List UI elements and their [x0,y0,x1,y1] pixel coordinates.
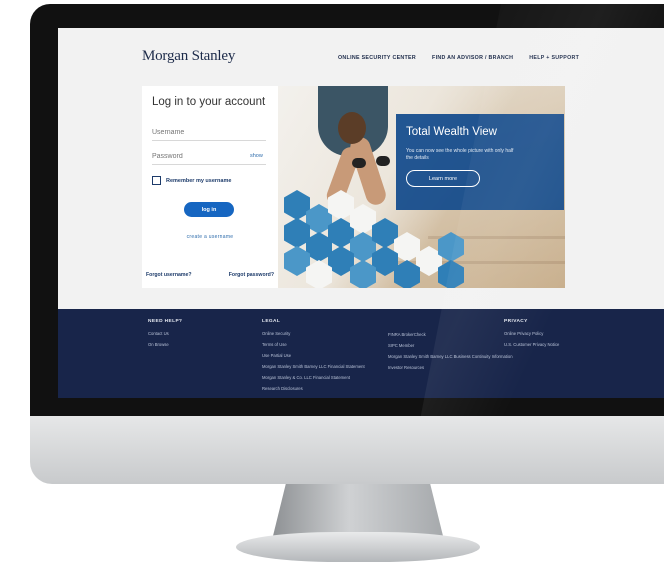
show-password-link[interactable]: show [250,153,263,159]
nav-online-security-center[interactable]: ONLINE SECURITY CENTER [338,55,416,61]
footer-link[interactable]: Investor Resources [388,365,513,370]
forgot-password-link[interactable]: Forgot password? [229,272,274,278]
nav-find-an-advisor[interactable]: FIND AN ADVISOR / BRANCH [432,55,513,61]
remember-checkbox[interactable] [152,176,161,185]
promo-title: Total Wealth View [406,126,497,138]
forgot-username-link[interactable]: Forgot username? [146,272,192,278]
login-button[interactable]: log in [184,202,234,217]
footer-col-legal: LEGAL Online Security Terms of Use Use P… [262,319,365,397]
site-footer: NEED HELP? Contact Us On Browse LEGAL On… [58,309,664,398]
remember-username[interactable]: Remember my username [152,176,231,185]
footer-link[interactable]: Online Security [262,331,365,336]
shoe [352,158,366,168]
monitor-stand-base [236,532,480,562]
top-nav: ONLINE SECURITY CENTER FIND AN ADVISOR /… [338,55,579,61]
footer-col-legal-secondary: FINRA BrokerCheck SIPC Member Morgan Sta… [388,332,513,376]
promo-text: You can now see the whole picture with o… [406,148,514,161]
footer-link[interactable]: Morgan Stanley Smith Barney LLC Financia… [262,364,365,369]
remember-label: Remember my username [166,177,232,184]
person-head [338,112,366,144]
footer-link[interactable]: U.S. Customer Privacy Notice [504,342,559,347]
footer-link[interactable]: Online Privacy Policy [504,331,559,336]
footer-heading: PRIVACY [504,319,528,324]
login-title: Log in to your account [152,96,266,108]
nav-help-support[interactable]: HELP + SUPPORT [529,55,579,61]
password-input[interactable] [152,148,266,165]
footer-link[interactable]: Contact Us [148,331,182,336]
shoe [376,156,390,166]
footer-link[interactable]: FINRA BrokerCheck [388,332,513,337]
footer-link[interactable]: SIPC Member [388,343,513,348]
footer-link[interactable]: Use Partial Use [262,353,365,358]
hero-image: Total Wealth View You can now see the wh… [278,86,565,288]
site-header: Morgan Stanley ONLINE SECURITY CENTER FI… [58,28,664,84]
footer-link[interactable]: Morgan Stanley Smith Barney LLC Business… [388,354,513,359]
footer-col-privacy: PRIVACY Online Privacy Policy U.S. Custo… [504,319,559,353]
monitor-chin [30,416,664,484]
footer-heading: NEED HELP? [148,319,183,324]
login-card: Log in to your account show Remember my … [142,86,278,288]
footer-link[interactable]: Terms of Use [262,342,365,347]
forgot-links: Forgot username? Forgot password? [142,272,278,278]
footer-link[interactable]: On Browse [148,342,182,347]
screen: Morgan Stanley ONLINE SECURITY CENTER FI… [58,28,664,398]
learn-more-button[interactable]: Learn more [406,170,480,187]
username-input[interactable] [152,124,266,141]
brand-logo[interactable]: Morgan Stanley [142,48,235,65]
footer-link[interactable]: Morgan Stanley & Co. LLC Financial State… [262,375,365,380]
footer-col-help: NEED HELP? Contact Us On Browse [148,319,182,353]
promo-panel: Total Wealth View You can now see the wh… [396,114,564,210]
create-username-link[interactable]: create a username [142,234,278,240]
footer-link[interactable]: Research Disclosures [262,386,365,391]
footer-heading: LEGAL [262,319,281,324]
